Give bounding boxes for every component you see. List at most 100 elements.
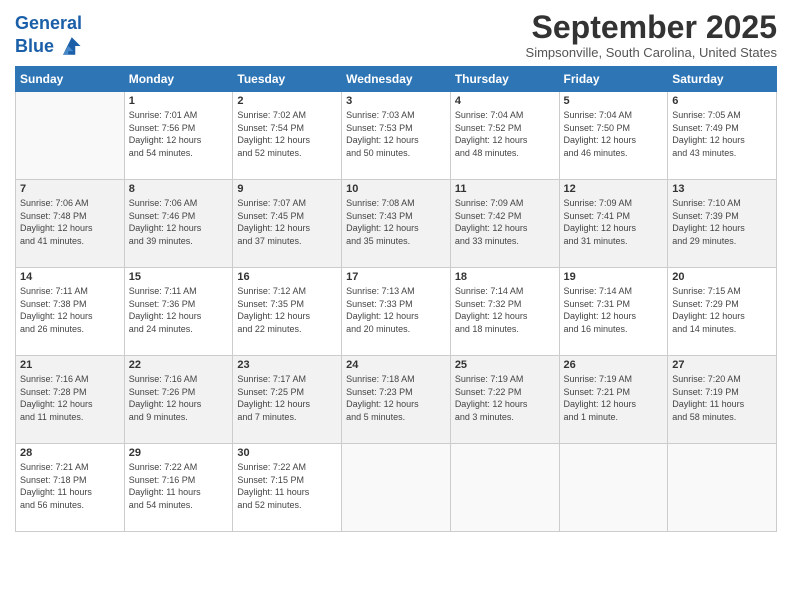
- day-number: 27: [672, 359, 772, 371]
- day-number: 24: [346, 359, 446, 371]
- day-number: 23: [237, 359, 337, 371]
- table-row: 1 Sunrise: 7:01 AM Sunset: 7:56 PM Daylig…: [124, 92, 233, 180]
- day-info: Sunrise: 7:13 AM Sunset: 7:33 PM Dayligh…: [346, 285, 446, 335]
- day-info: Sunrise: 7:14 AM Sunset: 7:32 PM Dayligh…: [455, 285, 555, 335]
- day-info: Sunrise: 7:11 AM Sunset: 7:36 PM Dayligh…: [129, 285, 229, 335]
- day-info: Sunrise: 7:16 AM Sunset: 7:26 PM Dayligh…: [129, 373, 229, 423]
- day-info: Sunrise: 7:19 AM Sunset: 7:22 PM Dayligh…: [455, 373, 555, 423]
- day-info: Sunrise: 7:12 AM Sunset: 7:35 PM Dayligh…: [237, 285, 337, 335]
- day-number: 16: [237, 271, 337, 283]
- day-info: Sunrise: 7:06 AM Sunset: 7:46 PM Dayligh…: [129, 197, 229, 247]
- table-row: 4 Sunrise: 7:04 AM Sunset: 7:52 PM Daylig…: [450, 92, 559, 180]
- table-row: [668, 444, 777, 532]
- day-number: 17: [346, 271, 446, 283]
- page: General Blue September 2025 Simpsonville…: [0, 0, 792, 612]
- day-info: Sunrise: 7:20 AM Sunset: 7:19 PM Dayligh…: [672, 373, 772, 423]
- day-number: 25: [455, 359, 555, 371]
- day-number: 18: [455, 271, 555, 283]
- calendar-week-row: 28 Sunrise: 7:21 AM Sunset: 7:18 PM Dayli…: [16, 444, 777, 532]
- table-row: [16, 92, 125, 180]
- day-number: 13: [672, 183, 772, 195]
- table-row: 21 Sunrise: 7:16 AM Sunset: 7:28 PM Dayli…: [16, 356, 125, 444]
- table-row: 27 Sunrise: 7:20 AM Sunset: 7:19 PM Dayli…: [668, 356, 777, 444]
- day-info: Sunrise: 7:18 AM Sunset: 7:23 PM Dayligh…: [346, 373, 446, 423]
- table-row: [342, 444, 451, 532]
- day-number: 8: [129, 183, 229, 195]
- calendar-week-row: 14 Sunrise: 7:11 AM Sunset: 7:38 PM Dayli…: [16, 268, 777, 356]
- day-number: 21: [20, 359, 120, 371]
- day-number: 7: [20, 183, 120, 195]
- table-row: 13 Sunrise: 7:10 AM Sunset: 7:39 PM Dayli…: [668, 180, 777, 268]
- table-row: 24 Sunrise: 7:18 AM Sunset: 7:23 PM Dayli…: [342, 356, 451, 444]
- day-number: 26: [564, 359, 664, 371]
- day-info: Sunrise: 7:05 AM Sunset: 7:49 PM Dayligh…: [672, 109, 772, 159]
- day-info: Sunrise: 7:03 AM Sunset: 7:53 PM Dayligh…: [346, 109, 446, 159]
- day-number: 30: [237, 447, 337, 459]
- table-row: 20Sunrise: 7:15 AM Sunset: 7:29 PM Dayli…: [668, 268, 777, 356]
- weekday-header-wednesday: Wednesday: [342, 67, 451, 92]
- day-info: Sunrise: 7:17 AM Sunset: 7:25 PM Dayligh…: [237, 373, 337, 423]
- day-info: Sunrise: 7:16 AM Sunset: 7:28 PM Dayligh…: [20, 373, 120, 423]
- day-number: 5: [564, 95, 664, 107]
- weekday-header-thursday: Thursday: [450, 67, 559, 92]
- table-row: 7 Sunrise: 7:06 AM Sunset: 7:48 PM Daylig…: [16, 180, 125, 268]
- day-number: 2: [237, 95, 337, 107]
- day-info: Sunrise: 7:09 AM Sunset: 7:42 PM Dayligh…: [455, 197, 555, 247]
- day-number: 29: [129, 447, 229, 459]
- table-row: 22Sunrise: 7:16 AM Sunset: 7:26 PM Dayli…: [124, 356, 233, 444]
- table-row: 17 Sunrise: 7:13 AM Sunset: 7:33 PM Dayli…: [342, 268, 451, 356]
- table-row: 18 Sunrise: 7:14 AM Sunset: 7:32 PM Dayli…: [450, 268, 559, 356]
- day-number: 14: [20, 271, 120, 283]
- day-number: 1: [129, 95, 229, 107]
- table-row: 14 Sunrise: 7:11 AM Sunset: 7:38 PM Dayli…: [16, 268, 125, 356]
- day-info: Sunrise: 7:01 AM Sunset: 7:56 PM Dayligh…: [129, 109, 229, 159]
- day-info: Sunrise: 7:15 AM Sunset: 7:29 PM Dayligh…: [672, 285, 772, 335]
- day-info: Sunrise: 7:19 AM Sunset: 7:21 PM Dayligh…: [564, 373, 664, 423]
- weekday-header-saturday: Saturday: [668, 67, 777, 92]
- weekday-header-row: SundayMondayTuesdayWednesdayThursdayFrid…: [16, 67, 777, 92]
- table-row: 29Sunrise: 7:22 AM Sunset: 7:16 PM Dayli…: [124, 444, 233, 532]
- table-row: [559, 444, 668, 532]
- table-row: 28 Sunrise: 7:21 AM Sunset: 7:18 PM Dayli…: [16, 444, 125, 532]
- table-row: 30 Sunrise: 7:22 AM Sunset: 7:15 PM Dayli…: [233, 444, 342, 532]
- logo: General Blue: [15, 14, 84, 60]
- weekday-header-monday: Monday: [124, 67, 233, 92]
- header: General Blue September 2025 Simpsonville…: [15, 10, 777, 60]
- day-number: 12: [564, 183, 664, 195]
- day-info: Sunrise: 7:22 AM Sunset: 7:15 PM Dayligh…: [237, 461, 337, 511]
- day-number: 4: [455, 95, 555, 107]
- day-number: 28: [20, 447, 120, 459]
- table-row: 15Sunrise: 7:11 AM Sunset: 7:36 PM Dayli…: [124, 268, 233, 356]
- month-title: September 2025: [526, 10, 777, 45]
- day-number: 9: [237, 183, 337, 195]
- day-info: Sunrise: 7:09 AM Sunset: 7:41 PM Dayligh…: [564, 197, 664, 247]
- weekday-header-friday: Friday: [559, 67, 668, 92]
- calendar-week-row: 7 Sunrise: 7:06 AM Sunset: 7:48 PM Daylig…: [16, 180, 777, 268]
- table-row: 16 Sunrise: 7:12 AM Sunset: 7:35 PM Dayli…: [233, 268, 342, 356]
- calendar-week-row: 1 Sunrise: 7:01 AM Sunset: 7:56 PM Daylig…: [16, 92, 777, 180]
- day-number: 10: [346, 183, 446, 195]
- logo-blue: Blue: [15, 37, 54, 57]
- day-info: Sunrise: 7:02 AM Sunset: 7:54 PM Dayligh…: [237, 109, 337, 159]
- day-info: Sunrise: 7:04 AM Sunset: 7:52 PM Dayligh…: [455, 109, 555, 159]
- day-info: Sunrise: 7:10 AM Sunset: 7:39 PM Dayligh…: [672, 197, 772, 247]
- day-info: Sunrise: 7:08 AM Sunset: 7:43 PM Dayligh…: [346, 197, 446, 247]
- day-info: Sunrise: 7:11 AM Sunset: 7:38 PM Dayligh…: [20, 285, 120, 335]
- table-row: 23 Sunrise: 7:17 AM Sunset: 7:25 PM Dayli…: [233, 356, 342, 444]
- table-row: 9 Sunrise: 7:07 AM Sunset: 7:45 PM Daylig…: [233, 180, 342, 268]
- table-row: 8 Sunrise: 7:06 AM Sunset: 7:46 PM Daylig…: [124, 180, 233, 268]
- table-row: 6Sunrise: 7:05 AM Sunset: 7:49 PM Daylig…: [668, 92, 777, 180]
- table-row: 26 Sunrise: 7:19 AM Sunset: 7:21 PM Dayli…: [559, 356, 668, 444]
- day-info: Sunrise: 7:14 AM Sunset: 7:31 PM Dayligh…: [564, 285, 664, 335]
- table-row: 3Sunrise: 7:03 AM Sunset: 7:53 PM Daylig…: [342, 92, 451, 180]
- table-row: 10 Sunrise: 7:08 AM Sunset: 7:43 PM Dayli…: [342, 180, 451, 268]
- table-row: 5Sunrise: 7:04 AM Sunset: 7:50 PM Daylig…: [559, 92, 668, 180]
- table-row: 2 Sunrise: 7:02 AM Sunset: 7:54 PM Daylig…: [233, 92, 342, 180]
- day-info: Sunrise: 7:07 AM Sunset: 7:45 PM Dayligh…: [237, 197, 337, 247]
- table-row: 19Sunrise: 7:14 AM Sunset: 7:31 PM Dayli…: [559, 268, 668, 356]
- day-info: Sunrise: 7:06 AM Sunset: 7:48 PM Dayligh…: [20, 197, 120, 247]
- weekday-header-sunday: Sunday: [16, 67, 125, 92]
- table-row: 12 Sunrise: 7:09 AM Sunset: 7:41 PM Dayli…: [559, 180, 668, 268]
- logo-general: General: [15, 13, 82, 33]
- day-info: Sunrise: 7:21 AM Sunset: 7:18 PM Dayligh…: [20, 461, 120, 511]
